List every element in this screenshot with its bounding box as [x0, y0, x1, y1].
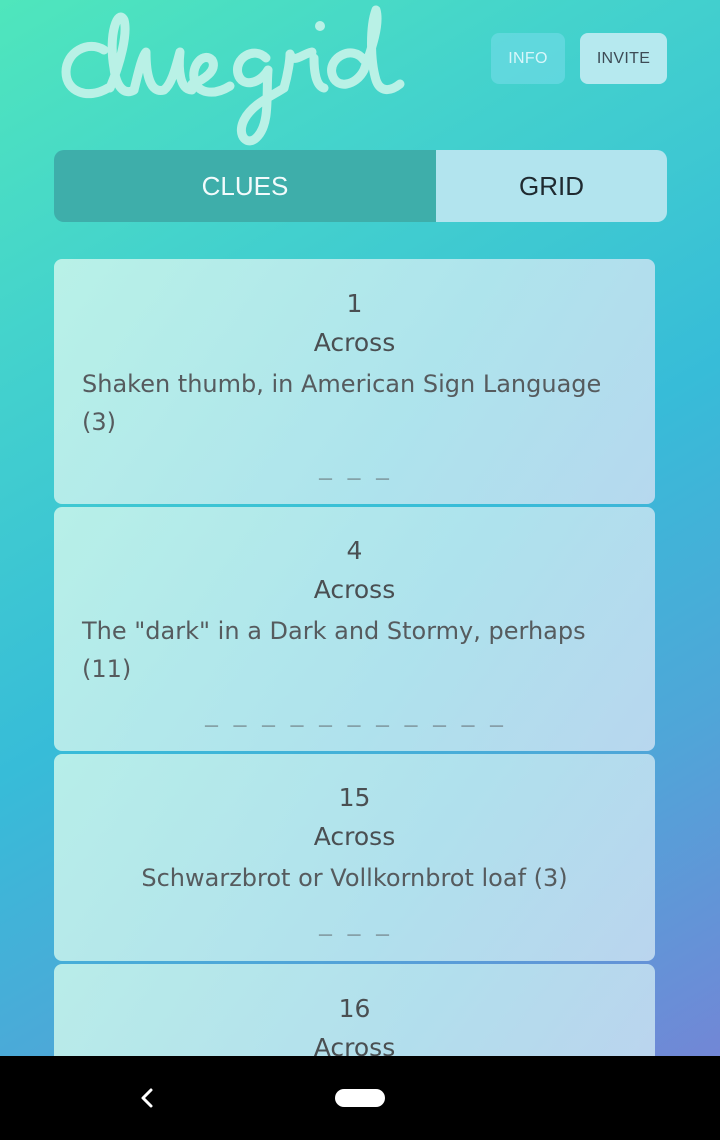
clue-card[interactable]: 1 Across Shaken thumb, in American Sign … — [54, 259, 655, 504]
clue-direction: Across — [313, 822, 396, 851]
clue-answer-blanks: _ _ _ — [318, 455, 391, 480]
clue-direction: Across — [313, 575, 396, 604]
system-navigation-bar — [0, 1056, 720, 1140]
chevron-left-icon[interactable] — [134, 1082, 160, 1114]
clue-answer-blanks: _ _ _ _ _ _ _ _ _ _ _ — [204, 702, 505, 727]
clue-number: 15 — [338, 783, 371, 812]
clue-text: Shaken thumb, in American Sign Language … — [82, 370, 602, 436]
clue-card[interactable]: 4 Across The "dark" in a Dark and Stormy… — [54, 507, 655, 751]
cluegrid-logo — [58, 4, 418, 154]
view-tabs: CLUES GRID — [54, 150, 667, 222]
clue-number: 4 — [346, 536, 363, 565]
home-pill-icon[interactable] — [335, 1089, 385, 1107]
tab-grid[interactable]: GRID — [436, 150, 667, 222]
clue-number: 16 — [338, 994, 371, 1023]
invite-button[interactable]: INVITE — [580, 33, 667, 84]
clue-direction: Across — [313, 328, 396, 357]
clue-number: 1 — [346, 289, 363, 318]
clue-card[interactable]: 15 Across Schwarzbrot or Vollkornbrot lo… — [54, 754, 655, 961]
clue-text: The "dark" in a Dark and Stormy, perhaps… — [82, 617, 586, 683]
clue-answer-blanks: _ _ _ — [318, 911, 391, 936]
tab-clues[interactable]: CLUES — [54, 150, 436, 222]
clue-text: Schwarzbrot or Vollkornbrot loaf (3) — [141, 864, 568, 892]
app-screen: INFO INVITE CLUES GRID 1 Across Shaken t… — [0, 0, 720, 1140]
info-button[interactable]: INFO — [491, 33, 565, 84]
